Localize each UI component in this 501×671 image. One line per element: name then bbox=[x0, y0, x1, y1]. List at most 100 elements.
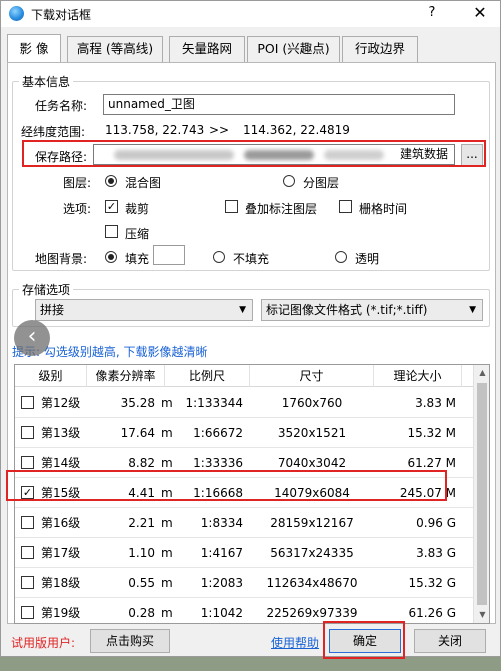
title-bar: 下载对话框 ? ✕ bbox=[1, 1, 500, 27]
chevron-down-icon: ▼ bbox=[239, 305, 246, 315]
layer-mixed-label: 混合图 bbox=[125, 176, 162, 190]
table-header: 级别 像素分辨率 比例尺 尺寸 理论大小 bbox=[15, 365, 473, 387]
bg-transparent-label: 透明 bbox=[355, 252, 380, 266]
help-link[interactable]: 使用帮助 bbox=[271, 634, 319, 651]
bg-nofill-label: 不填充 bbox=[233, 252, 270, 266]
buy-button[interactable]: 点击购买 bbox=[90, 629, 170, 653]
chevron-left-icon[interactable]: ‹ bbox=[14, 320, 50, 356]
bg-transparent-radio[interactable] bbox=[335, 251, 347, 263]
level-checkbox[interactable] bbox=[21, 516, 34, 529]
col-file-size[interactable]: 理论大小 bbox=[374, 365, 462, 387]
resolution-cell: 1.10 bbox=[128, 546, 155, 560]
map-bg-label: 地图背景: bbox=[35, 252, 88, 266]
layer-label: 图层: bbox=[63, 176, 92, 190]
basic-info-legend: 基本信息 bbox=[19, 73, 74, 90]
bg-nofill-radio[interactable] bbox=[213, 251, 225, 263]
table-row[interactable]: 第13级 17.64 m 1:66672 3520x1521 15.32 M bbox=[15, 418, 473, 448]
layer-split-label: 分图层 bbox=[303, 176, 340, 190]
table-scrollbar[interactable]: ▲ ▼ bbox=[473, 365, 489, 623]
window-title: 下载对话框 bbox=[31, 8, 92, 22]
download-dialog: 下载对话框 ? ✕ 影 像 高程 (等高线) 矢量路网 POI (兴趣点) 行政… bbox=[0, 0, 501, 659]
level-checkbox[interactable] bbox=[21, 606, 34, 619]
basic-info-group: 基本信息 任务名称: unnamed_卫图 经纬度范围: 113.758, 22… bbox=[12, 73, 490, 271]
task-name-input[interactable]: unnamed_卫图 bbox=[103, 94, 455, 115]
storage-options-group: 存储选项 拼接 ▼ 标记图像文件格式 (*.tif;*.tiff) ▼ bbox=[12, 281, 490, 327]
range-to: 114.362, 22.4819 bbox=[243, 123, 350, 137]
size-cell: 3520x1521 bbox=[277, 426, 347, 440]
level-cell: 第13级 bbox=[41, 426, 81, 440]
scale-cell: 1:8334 bbox=[200, 516, 243, 530]
range-from: 113.758, 22.743 bbox=[105, 123, 205, 137]
col-size[interactable]: 尺寸 bbox=[250, 365, 374, 387]
crop-label: 裁剪 bbox=[125, 202, 150, 216]
table-row[interactable]: 第16级 2.21 m 1:8334 28159x12167 0.96 G bbox=[15, 508, 473, 538]
scroll-down-icon[interactable]: ▼ bbox=[474, 607, 489, 623]
size-cell: 56317x24335 bbox=[270, 546, 354, 560]
range-arrow: >> bbox=[209, 123, 230, 137]
col-resolution[interactable]: 像素分辨率 bbox=[87, 365, 165, 387]
scroll-up-icon[interactable]: ▲ bbox=[474, 365, 489, 381]
col-level[interactable]: 级别 bbox=[15, 365, 87, 387]
range-label: 经纬度范围: bbox=[21, 125, 86, 139]
ok-button-highlight bbox=[323, 621, 405, 659]
chevron-down-icon: ▼ bbox=[469, 305, 476, 315]
layer-split-radio[interactable] bbox=[283, 175, 295, 187]
file-size-cell: 15.32 G bbox=[408, 576, 456, 590]
grid-time-checkbox[interactable] bbox=[339, 200, 352, 213]
col-scale[interactable]: 比例尺 bbox=[165, 365, 250, 387]
storage-mode-select[interactable]: 拼接 ▼ bbox=[35, 299, 253, 321]
layer-mixed-radio[interactable] bbox=[105, 175, 117, 187]
task-name-label: 任务名称: bbox=[35, 99, 88, 113]
resolution-cell: 0.55 bbox=[128, 576, 155, 590]
level-checkbox[interactable] bbox=[21, 426, 34, 439]
level-cell: 第17级 bbox=[41, 546, 81, 560]
file-format-select[interactable]: 标记图像文件格式 (*.tif;*.tiff) ▼ bbox=[261, 299, 483, 321]
file-size-cell: 15.32 M bbox=[407, 426, 456, 440]
overlay-label: 叠加标注图层 bbox=[245, 202, 318, 216]
level-cell: 第19级 bbox=[41, 606, 81, 620]
overlay-checkbox[interactable] bbox=[225, 200, 238, 213]
crop-checkbox[interactable]: ✓ bbox=[105, 200, 118, 213]
file-size-cell: 3.83 G bbox=[416, 546, 456, 560]
level-cell: 第16级 bbox=[41, 516, 81, 530]
resolution-cell: 17.64 bbox=[120, 426, 155, 440]
options-label: 选项: bbox=[63, 202, 92, 216]
tab-road-network[interactable]: 矢量路网 bbox=[169, 36, 245, 62]
size-cell: 112634x48670 bbox=[266, 576, 358, 590]
compress-label: 压缩 bbox=[125, 227, 150, 241]
level-cell: 第18级 bbox=[41, 576, 81, 590]
storage-mode-value: 拼接 bbox=[40, 303, 65, 317]
level-checkbox[interactable] bbox=[21, 456, 34, 469]
file-size-cell: 3.83 M bbox=[415, 396, 456, 410]
scale-cell: 1:1042 bbox=[200, 606, 243, 620]
resolution-cell: 35.28 bbox=[120, 396, 155, 410]
scale-cell: 1:4167 bbox=[200, 546, 243, 560]
level-cell: 第12级 bbox=[41, 396, 81, 410]
trial-user-label: 试用版用户: bbox=[11, 636, 76, 650]
level-checkbox[interactable] bbox=[21, 546, 34, 559]
compress-checkbox[interactable] bbox=[105, 225, 118, 238]
close-window-button[interactable]: ✕ bbox=[471, 3, 489, 22]
bg-fill-label: 填充 bbox=[125, 252, 150, 266]
scale-cell: 1:66672 bbox=[193, 426, 243, 440]
fill-color-swatch[interactable] bbox=[153, 245, 185, 265]
resolution-cell: 2.21 bbox=[128, 516, 155, 530]
help-button[interactable]: ? bbox=[425, 5, 439, 20]
size-cell: 1760x760 bbox=[281, 396, 343, 410]
tab-poi[interactable]: POI (兴趣点) bbox=[247, 36, 340, 62]
tab-admin-boundary[interactable]: 行政边界 bbox=[342, 36, 418, 62]
size-cell: 28159x12167 bbox=[270, 516, 354, 530]
bg-fill-radio[interactable] bbox=[105, 251, 117, 263]
close-button[interactable]: 关闭 bbox=[414, 629, 486, 653]
table-row[interactable]: 第17级 1.10 m 1:4167 56317x24335 3.83 G bbox=[15, 538, 473, 568]
table-row[interactable]: 第18级 0.55 m 1:2083 112634x48670 15.32 G bbox=[15, 568, 473, 598]
globe-icon bbox=[9, 6, 24, 21]
tab-elevation[interactable]: 高程 (等高线) bbox=[67, 36, 163, 62]
scale-cell: 1:2083 bbox=[200, 576, 243, 590]
table-row[interactable]: 第12级 35.28 m 1:133344 1760x760 3.83 M bbox=[15, 388, 473, 418]
file-size-cell: 0.96 G bbox=[416, 516, 456, 530]
scroll-thumb[interactable] bbox=[477, 383, 487, 605]
level-checkbox[interactable] bbox=[21, 396, 34, 409]
tab-imagery[interactable]: 影 像 bbox=[7, 34, 61, 62]
level-checkbox[interactable] bbox=[21, 576, 34, 589]
